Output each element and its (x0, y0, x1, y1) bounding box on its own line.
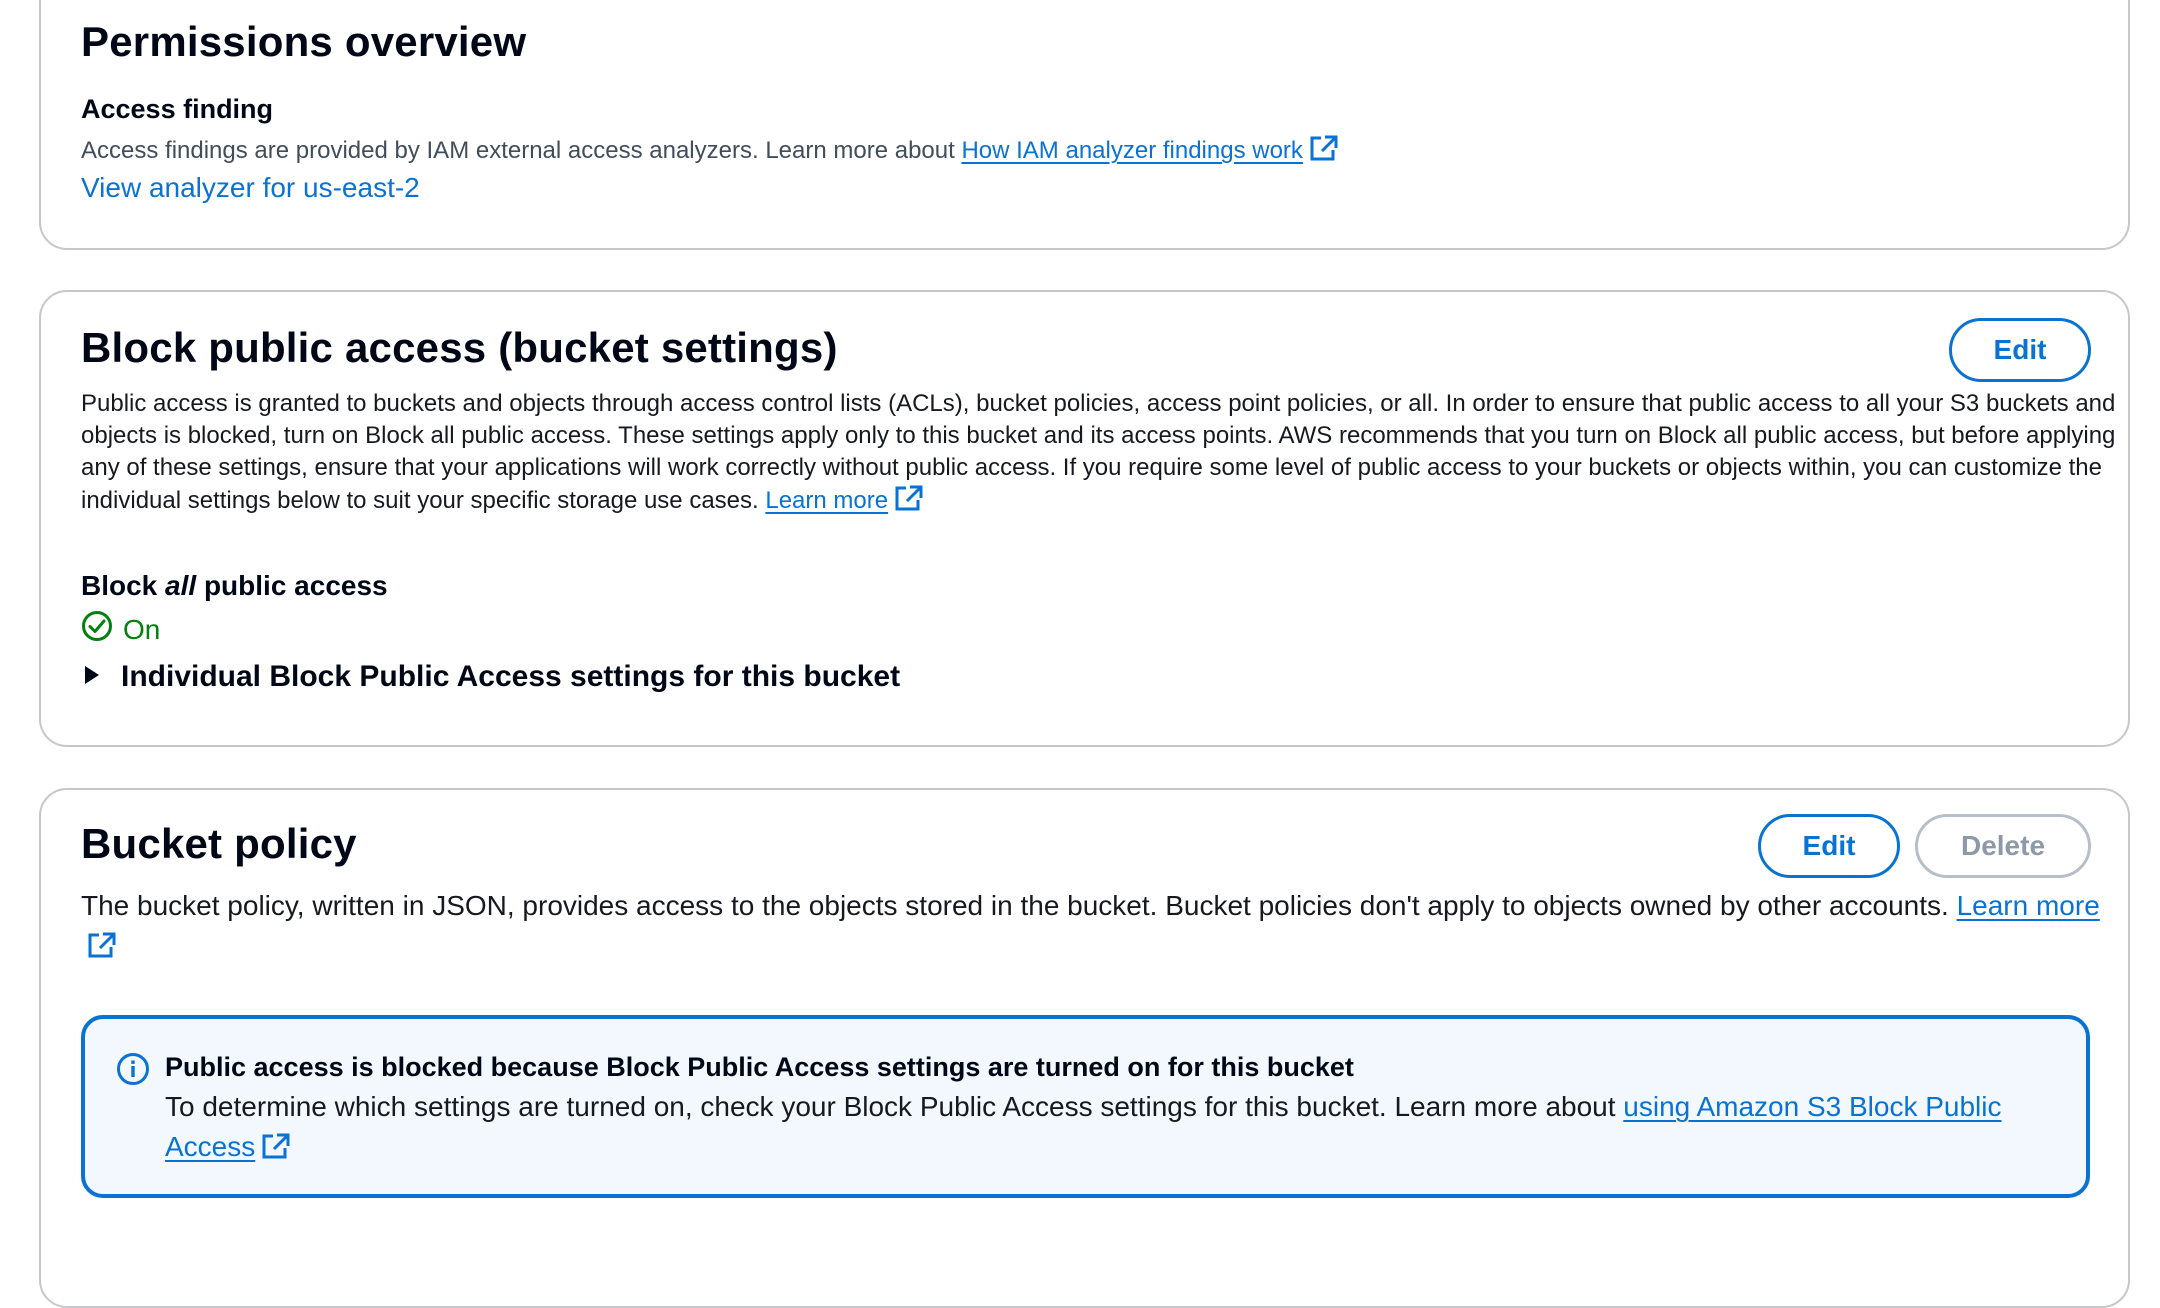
external-link-icon (87, 930, 117, 970)
alert-body-text: To determine which settings are turned o… (165, 1091, 1624, 1122)
block-all-prefix: Block (81, 570, 166, 601)
info-icon (116, 1052, 150, 1091)
block-all-suffix: public access (196, 570, 388, 601)
individual-settings-expander-label: Individual Block Public Access settings … (121, 660, 901, 693)
caret-right-icon (81, 663, 103, 692)
bucket-policy-description-text: The bucket policy, written in JSON, prov… (81, 890, 1957, 921)
public-access-blocked-alert: Public access is blocked because Block P… (81, 1015, 2090, 1198)
individual-settings-expander[interactable]: Individual Block Public Access settings … (81, 660, 900, 694)
bucket-policy-card: Bucket policy Edit Delete The bucket pol… (39, 788, 2130, 1308)
block-public-access-description: Public access is granted to buckets and … (81, 388, 2121, 521)
external-link-icon (261, 1131, 291, 1171)
status-success-icon (81, 610, 113, 649)
block-all-status-text: On (123, 613, 161, 645)
iam-analyzer-findings-link-label: How IAM analyzer findings work (961, 137, 1303, 164)
view-analyzer-link[interactable]: View analyzer for us-east-2 (81, 172, 420, 204)
permissions-overview-card: Permissions overview Access finding Acce… (39, 0, 2130, 250)
iam-analyzer-findings-link[interactable]: How IAM analyzer findings work (961, 137, 1302, 164)
external-link-icon (1309, 134, 1339, 171)
block-public-access-edit-button[interactable]: Edit (1949, 318, 2091, 382)
access-finding-heading: Access finding (81, 94, 274, 124)
block-all-status: On (81, 610, 160, 649)
bucket-policy-description: The bucket policy, written in JSON, prov… (81, 886, 2111, 970)
block-all-public-access-label: Block all public access (81, 570, 388, 602)
bpa-learn-more-link[interactable]: Learn more (765, 487, 888, 514)
alert-body: To determine which settings are turned o… (165, 1087, 2045, 1171)
bpa-learn-more-label: Learn more (765, 487, 889, 514)
bucket-policy-learn-more-label: Learn more (1956, 890, 2100, 921)
access-finding-description: Access findings are provided by IAM exte… (81, 134, 1339, 171)
bucket-policy-learn-more-link[interactable]: Learn more (1957, 890, 2100, 921)
access-finding-text: Access findings are provided by IAM exte… (81, 137, 962, 164)
bucket-policy-title: Bucket policy (81, 820, 357, 867)
block-public-access-title: Block public access (bucket settings) (81, 324, 838, 371)
block-public-access-card: Block public access (bucket settings) Ed… (39, 290, 2130, 747)
block-all-emphasis: all (165, 570, 197, 601)
bucket-policy-edit-button[interactable]: Edit (1758, 814, 1900, 878)
permissions-overview-title: Permissions overview (81, 18, 527, 65)
bpa-description-text: Public access is granted to buckets and … (81, 390, 2116, 514)
bucket-policy-delete-button[interactable]: Delete (1915, 814, 2091, 878)
external-link-icon (894, 484, 924, 521)
alert-title: Public access is blocked because Block P… (165, 1052, 1354, 1082)
